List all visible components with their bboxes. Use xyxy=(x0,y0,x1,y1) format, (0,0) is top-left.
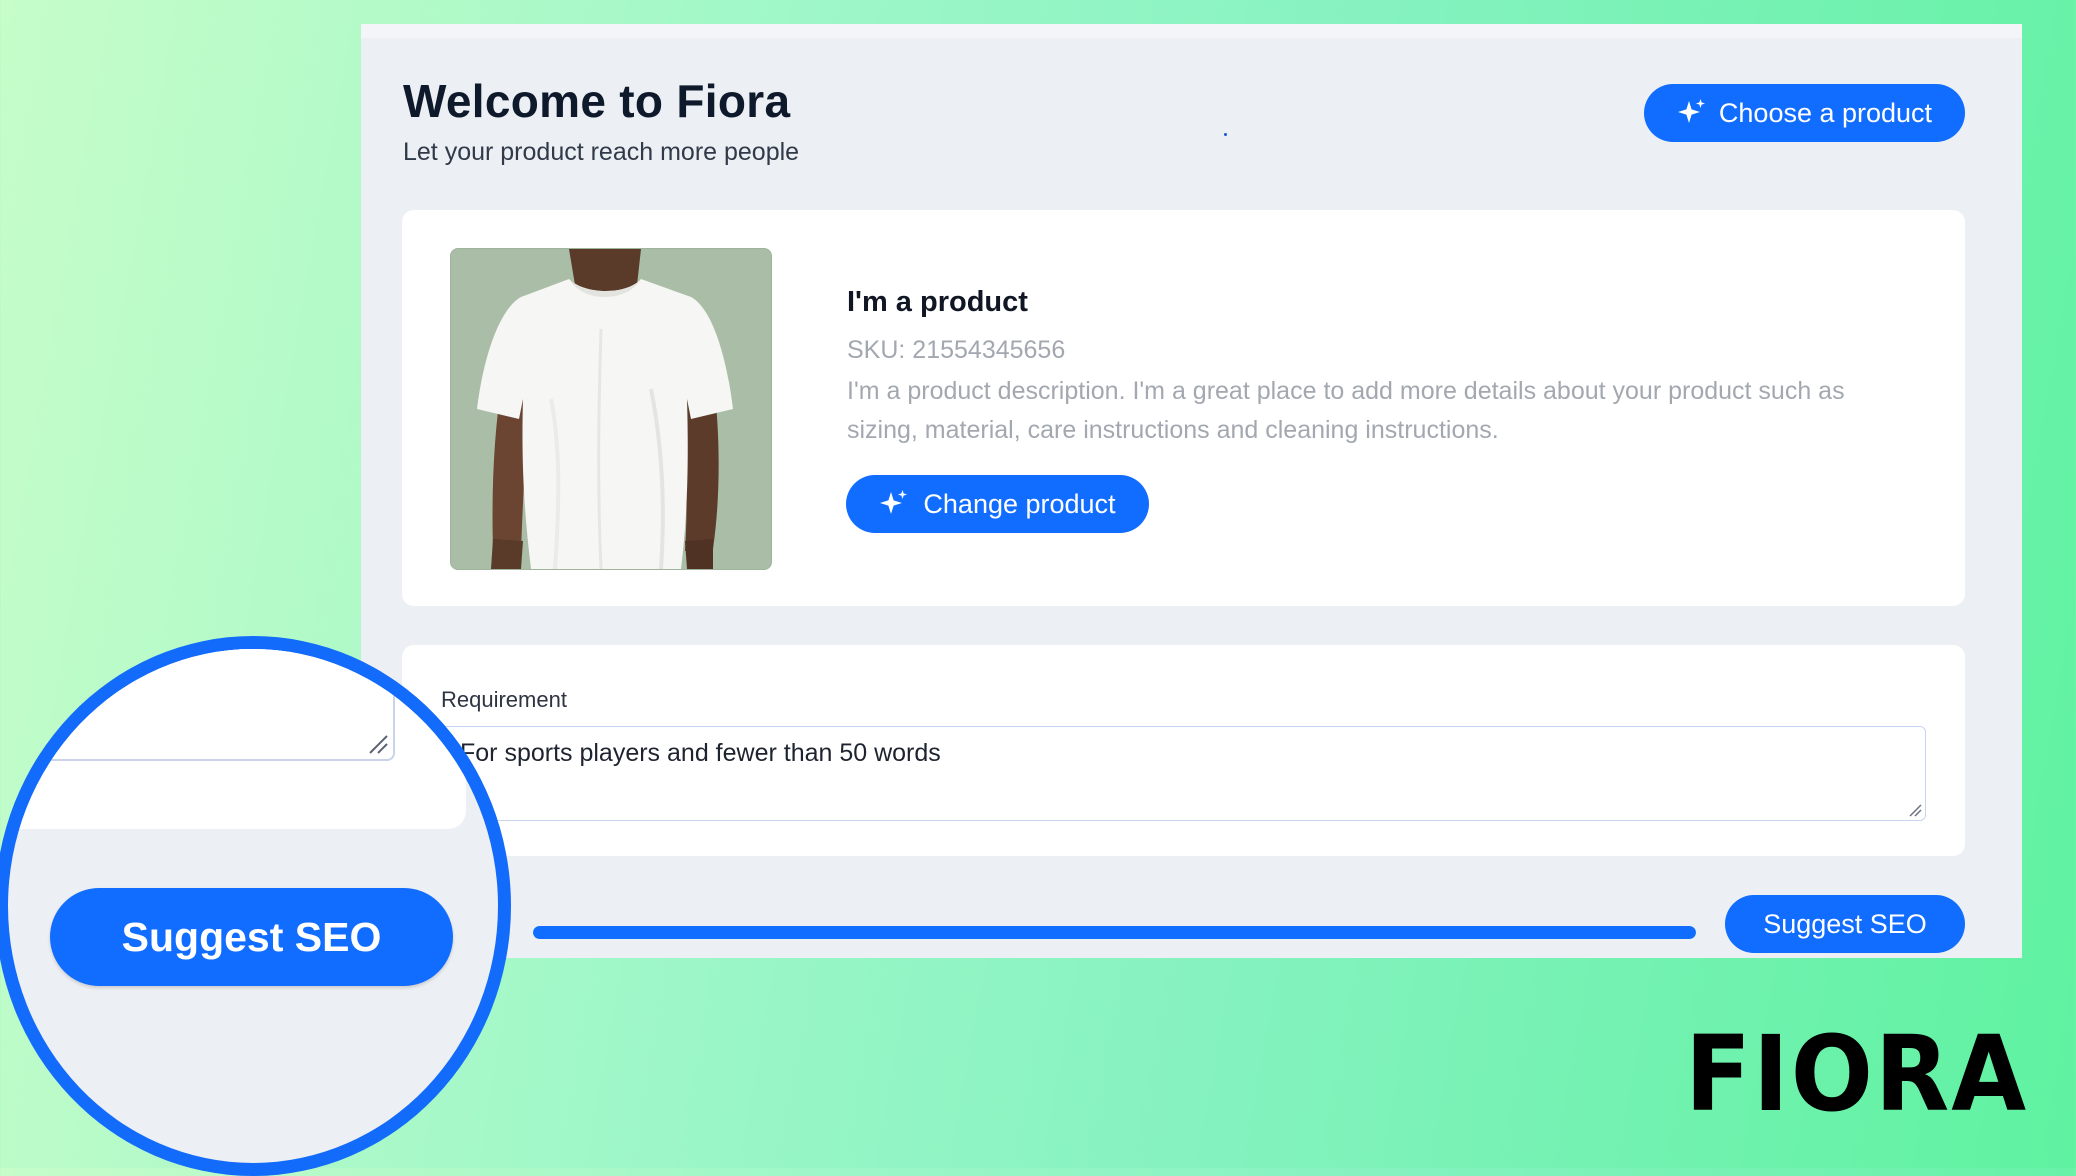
sparkle-icon xyxy=(880,490,908,514)
zoom-suggest-seo-button[interactable]: Suggest SEO xyxy=(50,888,453,986)
app-panel: Welcome to Fiora Let your product reach … xyxy=(361,24,2022,958)
choose-product-label: Choose a product xyxy=(1718,97,1933,128)
brand-logo: FIORA xyxy=(1685,1013,2028,1135)
stray-dot xyxy=(1224,133,1227,136)
product-sku: SKU: 21554345656 xyxy=(847,336,1066,364)
requirement-text: For sports players and fewer than 50 wor… xyxy=(460,739,941,767)
suggest-seo-label: Suggest SEO xyxy=(1763,908,1927,939)
zoom-requirement-textarea xyxy=(8,649,395,761)
change-product-button[interactable]: Change product xyxy=(846,475,1149,533)
tshirt-photo-icon xyxy=(451,249,771,569)
product-card: I'm a product SKU: 21554345656 I'm a pro… xyxy=(402,210,1965,606)
page-subtitle: Let your product reach more people xyxy=(403,138,800,166)
page-title: Welcome to Fiora xyxy=(403,75,791,127)
product-name: I'm a product xyxy=(847,286,1028,318)
zoom-suggest-seo-label: Suggest SEO xyxy=(121,913,382,960)
sparkle-icon xyxy=(1677,99,1705,123)
requirement-card: Requirement For sports players and fewer… xyxy=(402,645,1965,856)
progress-fill xyxy=(533,926,1696,939)
suggest-seo-button[interactable]: Suggest SEO xyxy=(1725,895,1965,953)
resize-handle-icon xyxy=(369,735,388,754)
choose-product-button[interactable]: Choose a product xyxy=(1644,84,1965,142)
product-image xyxy=(450,248,772,570)
progress-bar xyxy=(533,926,1696,939)
zoom-magnifier: Suggest SEO xyxy=(0,636,511,1176)
change-product-label: Change product xyxy=(923,488,1116,519)
resize-handle-icon[interactable] xyxy=(1908,803,1922,817)
product-description: I'm a product description. I'm a great p… xyxy=(847,377,1845,444)
requirement-textarea[interactable]: For sports players and fewer than 50 wor… xyxy=(441,726,1926,821)
